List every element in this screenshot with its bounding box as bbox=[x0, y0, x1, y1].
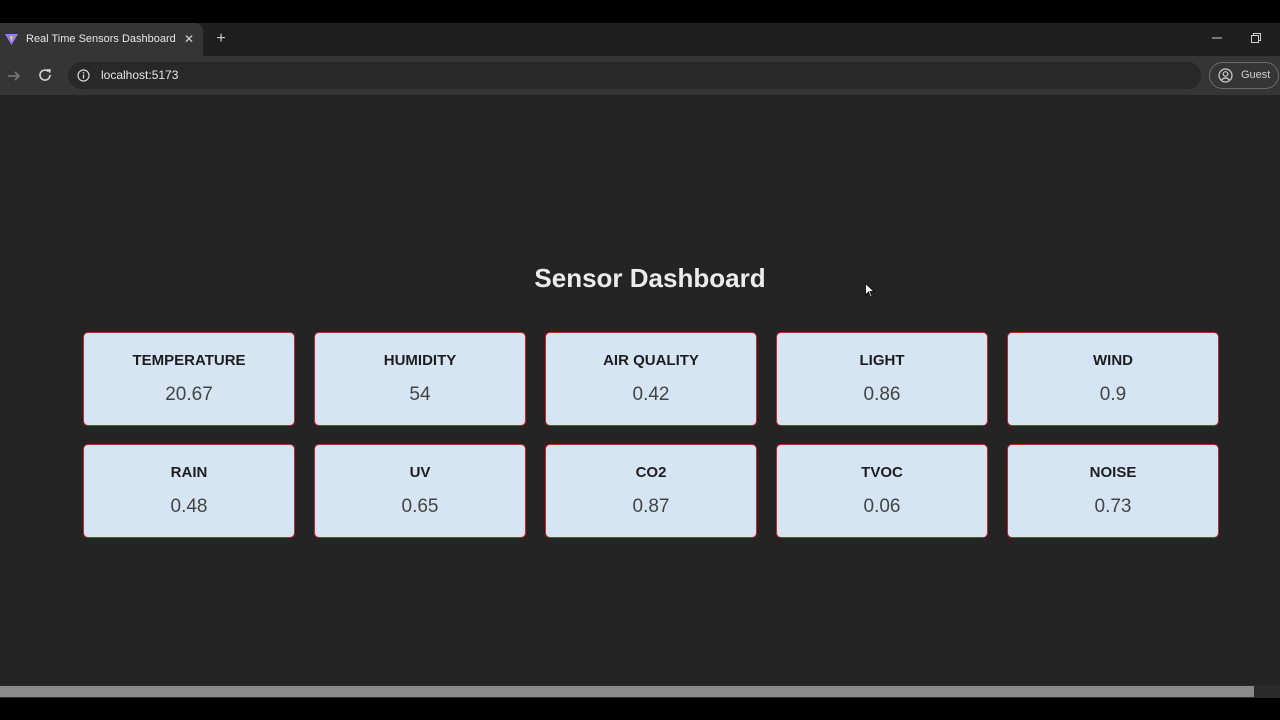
sensor-label: RAIN bbox=[170, 464, 208, 481]
mouse-cursor-icon bbox=[865, 283, 875, 298]
sensor-card-tvoc: TVOC 0.06 bbox=[776, 444, 988, 538]
page-title: Sensor Dashboard bbox=[534, 263, 766, 293]
sensor-label: TVOC bbox=[861, 464, 903, 481]
sensor-value: 0.87 bbox=[632, 496, 670, 517]
sensor-card-co2: CO2 0.87 bbox=[545, 444, 757, 538]
site-info-icon[interactable] bbox=[77, 69, 90, 82]
profile-button[interactable]: Guest bbox=[1209, 62, 1279, 89]
screen: Real Time Sensors Dashboard ✕ + localhos… bbox=[0, 0, 1280, 720]
sensor-value: 54 bbox=[409, 384, 431, 405]
sensor-card-wind: WIND 0.9 bbox=[1007, 332, 1219, 426]
sensor-value: 0.73 bbox=[1094, 496, 1132, 517]
new-tab-button[interactable]: + bbox=[213, 31, 229, 47]
browser-toolbar: localhost:5173 Guest bbox=[0, 56, 1280, 95]
sensor-card-noise: NOISE 0.73 bbox=[1007, 444, 1219, 538]
sensor-label: AIR QUALITY bbox=[603, 352, 699, 369]
sensor-label: NOISE bbox=[1089, 464, 1137, 481]
reload-icon[interactable] bbox=[37, 67, 53, 83]
sensor-label: TEMPERATURE bbox=[132, 352, 246, 369]
sensor-value: 0.65 bbox=[401, 496, 439, 517]
sensor-card-humidity: HUMIDITY 54 bbox=[314, 332, 526, 426]
tab-close-icon[interactable]: ✕ bbox=[182, 32, 196, 46]
minimize-icon[interactable] bbox=[1211, 32, 1223, 44]
tab-title: Real Time Sensors Dashboard bbox=[26, 33, 176, 45]
sensor-value: 0.86 bbox=[863, 384, 901, 405]
sensor-value: 20.67 bbox=[165, 384, 213, 405]
tab-strip: Real Time Sensors Dashboard ✕ + bbox=[0, 23, 1280, 56]
forward-arrow-icon[interactable] bbox=[6, 68, 22, 84]
sensor-label: CO2 bbox=[635, 464, 667, 481]
sensor-value: 0.9 bbox=[1099, 384, 1127, 405]
sensor-card-air-quality: AIR QUALITY 0.42 bbox=[545, 332, 757, 426]
vite-logo-icon bbox=[5, 34, 18, 45]
sensor-label: UV bbox=[409, 464, 431, 481]
address-bar[interactable]: localhost:5173 bbox=[68, 62, 1201, 89]
sensor-value: 0.06 bbox=[863, 496, 901, 517]
profile-icon bbox=[1218, 68, 1233, 83]
scrollbar-thumb[interactable] bbox=[0, 686, 1254, 697]
sensor-card-light: LIGHT 0.86 bbox=[776, 332, 988, 426]
sensor-label: WIND bbox=[1093, 352, 1133, 369]
tab-active[interactable]: Real Time Sensors Dashboard ✕ bbox=[0, 23, 203, 56]
restore-icon[interactable] bbox=[1250, 32, 1262, 44]
url-text: localhost:5173 bbox=[101, 68, 179, 82]
sensor-card-temperature: TEMPERATURE 20.67 bbox=[83, 332, 295, 426]
page-viewport: Sensor Dashboard TEMPERATURE 20.67 HUMID… bbox=[0, 95, 1280, 685]
sensor-card-rain: RAIN 0.48 bbox=[83, 444, 295, 538]
sensor-grid: TEMPERATURE 20.67 HUMIDITY 54 AIR QUALIT… bbox=[83, 332, 1219, 538]
sensor-value: 0.42 bbox=[632, 384, 670, 405]
sensor-label: LIGHT bbox=[859, 352, 905, 369]
profile-label: Guest bbox=[1241, 69, 1271, 81]
sensor-value: 0.48 bbox=[170, 496, 208, 517]
horizontal-scrollbar[interactable] bbox=[0, 685, 1280, 698]
sensor-label: HUMIDITY bbox=[383, 352, 457, 369]
sensor-card-uv: UV 0.65 bbox=[314, 444, 526, 538]
